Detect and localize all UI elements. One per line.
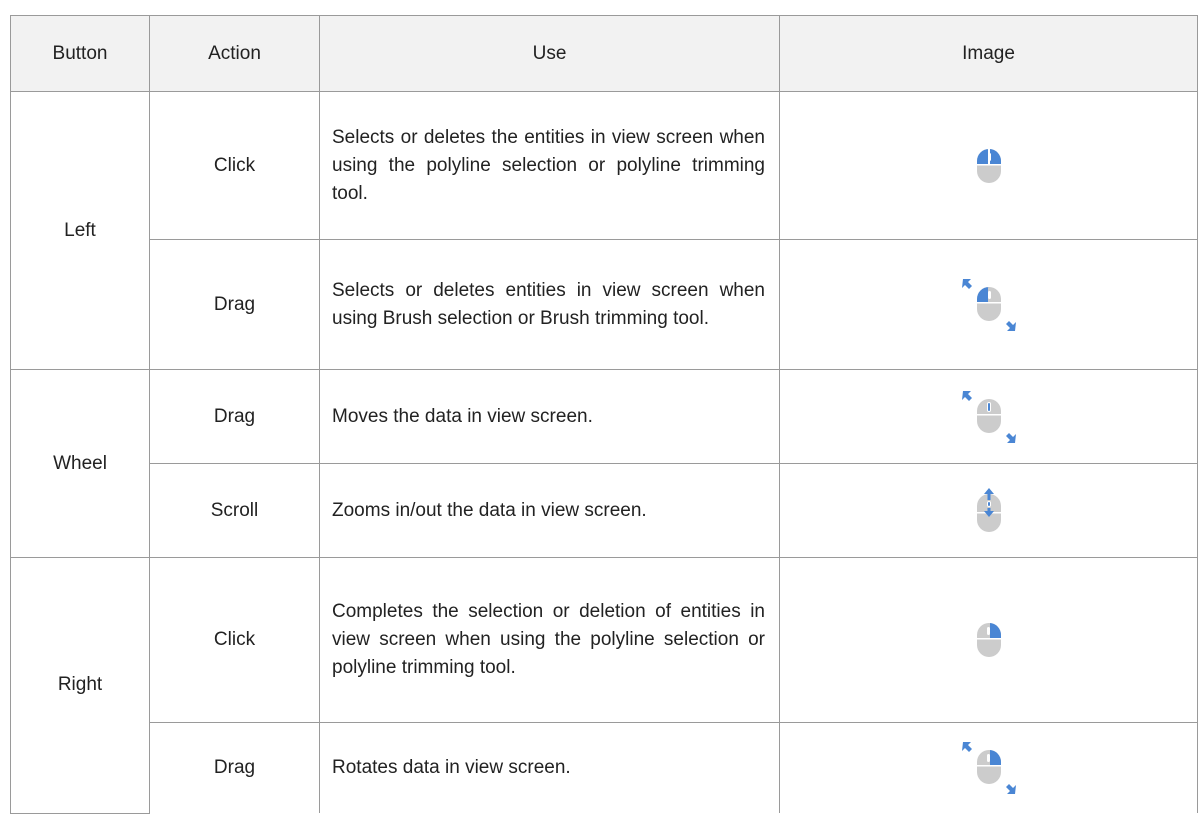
action-cell: Drag	[149, 239, 320, 370]
use-cell: Completes the selection or deletion of e…	[319, 557, 780, 723]
header-button: Button	[10, 15, 150, 92]
image-cell	[779, 369, 1198, 464]
image-cell	[779, 722, 1198, 813]
action-cell: Click	[149, 91, 320, 240]
header-use: Use	[319, 15, 780, 92]
table-row: Right Click Completes the selection or d…	[10, 557, 1198, 814]
table-row: Left Click Selects or deletes the entiti…	[10, 91, 1198, 370]
mouse-right-drag-icon	[961, 742, 1016, 794]
table-row: Drag Rotates data in view screen.	[11, 722, 1198, 813]
use-cell: Rotates data in view screen.	[319, 722, 780, 813]
table-row: Drag Selects or deletes entities in view…	[11, 239, 1198, 370]
header-action: Action	[149, 15, 320, 92]
action-cell: Click	[149, 557, 320, 723]
image-cell	[779, 463, 1198, 558]
use-cell: Selects or deletes the entities in view …	[319, 91, 780, 240]
action-cell: Drag	[149, 722, 320, 813]
table-header-row: Button Action Use Image	[10, 15, 1198, 92]
button-cell-right: Right	[10, 557, 150, 814]
action-cell: Drag	[149, 369, 320, 464]
action-cell: Scroll	[149, 463, 320, 558]
mouse-left-click-icon	[976, 148, 1001, 183]
button-cell-left: Left	[10, 91, 150, 370]
use-cell: Zooms in/out the data in view screen.	[319, 463, 780, 558]
mouse-wheel-drag-icon	[961, 390, 1016, 443]
mouse-right-click-icon	[976, 623, 1001, 657]
use-cell: Moves the data in view screen.	[319, 369, 780, 464]
image-cell	[779, 91, 1198, 240]
mouse-left-drag-icon	[961, 278, 1016, 331]
mouse-wheel-scroll-icon	[976, 487, 1001, 532]
image-cell	[779, 557, 1198, 723]
header-image: Image	[779, 15, 1198, 92]
mouse-controls-table: Button Action Use Image Left Click Selec…	[10, 15, 1198, 814]
table-row: Scroll Zooms in/out the data in view scr…	[11, 463, 1198, 558]
image-cell	[779, 239, 1198, 370]
table-row: Wheel Drag Moves the data in view screen…	[10, 369, 1198, 558]
button-cell-wheel: Wheel	[10, 369, 150, 558]
use-cell: Selects or deletes entities in view scre…	[319, 239, 780, 370]
